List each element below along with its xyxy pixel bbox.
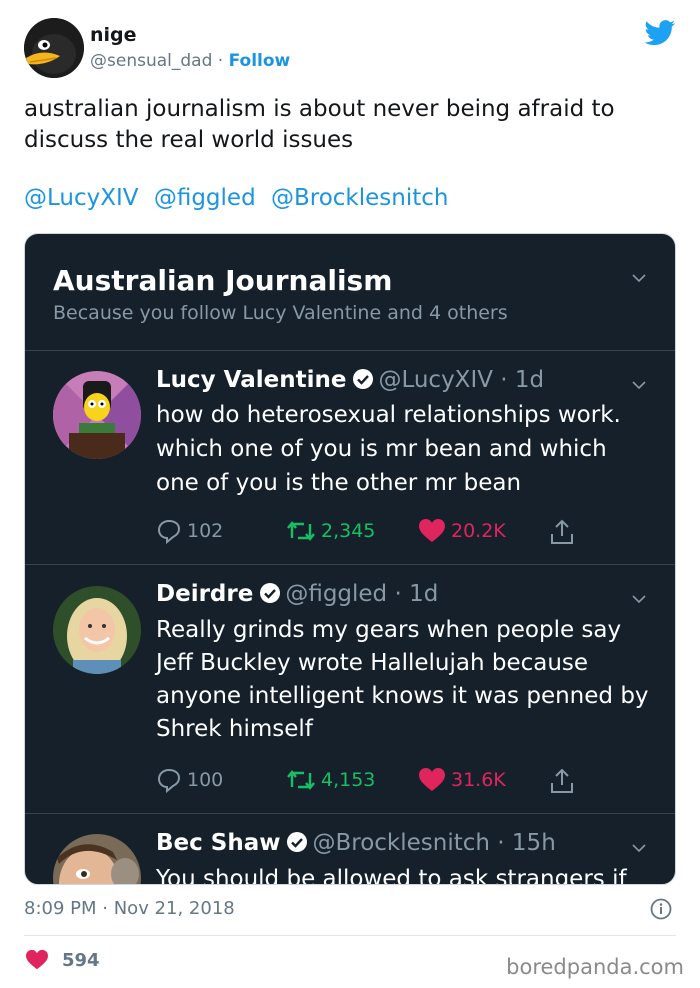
post-actions: 100 4,153 31.6K (156, 767, 626, 797)
post-author-name[interactable]: Lucy Valentine (156, 367, 346, 393)
reply-button[interactable]: 100 (156, 767, 223, 793)
tweet-mentions: @LucyXIV @figgled @Brocklesnitch (24, 185, 456, 211)
retweet-icon (287, 770, 315, 790)
avatar[interactable] (53, 834, 141, 884)
list-item[interactable]: Bec Shaw @Brocklesnitch · 15h You should … (25, 814, 675, 885)
share-icon (551, 768, 573, 793)
reply-icon (157, 768, 181, 793)
embedded-screenshot-card[interactable]: Australian Journalism Because you follow… (24, 233, 676, 885)
share-button[interactable] (548, 518, 576, 546)
twitter-bird-icon[interactable] (644, 20, 676, 46)
verified-badge-icon (353, 369, 374, 389)
chevron-down-icon[interactable] (631, 377, 647, 393)
tweet-time: 8:09 PM (24, 898, 97, 919)
author-name[interactable]: nige (90, 24, 137, 46)
moment-title: Australian Journalism (53, 264, 393, 297)
verified-badge-icon (260, 583, 281, 603)
post-author-name[interactable]: Deirdre (156, 581, 253, 607)
list-item[interactable]: Deirdre @figgled · 1d Really grinds my ge… (25, 565, 675, 814)
retweet-button[interactable]: 2,345 (286, 518, 375, 544)
chevron-down-icon[interactable] (631, 270, 647, 286)
retweet-count: 2,345 (321, 520, 376, 542)
post-author-handle[interactable]: @Brocklesnitch (312, 830, 490, 856)
tweet-like-stat[interactable]: 594 (24, 949, 100, 971)
post-header: Lucy Valentine @LucyXIV · 1d (156, 367, 545, 393)
chevron-down-icon[interactable] (631, 840, 647, 856)
avatar[interactable] (53, 371, 141, 459)
divider (24, 935, 676, 936)
post-author-handle[interactable]: @LucyXIV (378, 367, 493, 393)
avatar[interactable] (53, 586, 141, 674)
author-handle[interactable]: @sensual_dad (90, 51, 212, 71)
heart-icon (419, 768, 445, 791)
moment-header: Australian Journalism Because you follow… (25, 234, 675, 351)
mention-link[interactable]: @Brocklesnitch (271, 185, 449, 211)
mention-link[interactable]: @LucyXIV (24, 185, 139, 211)
post-age: 15h (511, 830, 556, 856)
heart-icon (26, 949, 48, 970)
info-icon[interactable] (650, 898, 672, 920)
separator-dot: · (217, 51, 224, 71)
post-age: 1d (409, 581, 439, 607)
mention-link[interactable]: @figgled (154, 185, 256, 211)
post-text: You should be allowed to ask strangers i… (156, 866, 627, 885)
share-icon (551, 519, 573, 544)
tweet-date: Nov 21, 2018 (113, 898, 235, 919)
post-actions: 102 2,345 20.2K (156, 518, 626, 548)
post-author-name[interactable]: Bec Shaw (156, 830, 280, 856)
chevron-down-icon[interactable] (631, 591, 647, 607)
heart-icon (419, 519, 445, 542)
verified-badge-icon (287, 832, 308, 852)
share-button[interactable] (548, 767, 576, 795)
like-button[interactable]: 31.6K (418, 767, 506, 793)
reply-button[interactable]: 102 (156, 518, 223, 544)
like-count: 31.6K (451, 769, 506, 791)
post-text: how do heterosexual relationships work. … (156, 402, 621, 496)
author-avatar[interactable] (24, 18, 84, 78)
author-handle-row: @sensual_dad · Follow (90, 51, 290, 71)
reply-count: 102 (187, 520, 224, 542)
list-item[interactable]: Lucy Valentine @LucyXIV · 1d how do heter… (25, 351, 675, 565)
post-header: Bec Shaw @Brocklesnitch · 15h (156, 830, 556, 856)
retweet-button[interactable]: 4,153 (286, 767, 375, 793)
watermark: boredpanda.com (506, 955, 684, 979)
like-count: 594 (62, 949, 100, 971)
moment-subtitle: Because you follow Lucy Valentine and 4 … (53, 302, 508, 324)
post-age: 1d (514, 367, 545, 393)
reply-icon (157, 519, 181, 544)
follow-button[interactable]: Follow (229, 51, 291, 71)
like-count: 20.2K (451, 520, 506, 542)
like-button[interactable]: 20.2K (418, 518, 506, 544)
post-author-handle[interactable]: @figgled (285, 581, 387, 607)
post-text: Really grinds my gears when people say J… (156, 617, 649, 742)
retweet-icon (287, 521, 315, 541)
post-header: Deirdre @figgled · 1d (156, 581, 439, 607)
tweet-timestamp[interactable]: 8:09 PM · Nov 21, 2018 (24, 898, 235, 919)
tweet-text: australian journalism is about never bei… (24, 96, 615, 153)
tweet-header: nige @sensual_dad · Follow (24, 18, 676, 82)
reply-count: 100 (187, 769, 224, 791)
retweet-count: 4,153 (321, 769, 376, 791)
